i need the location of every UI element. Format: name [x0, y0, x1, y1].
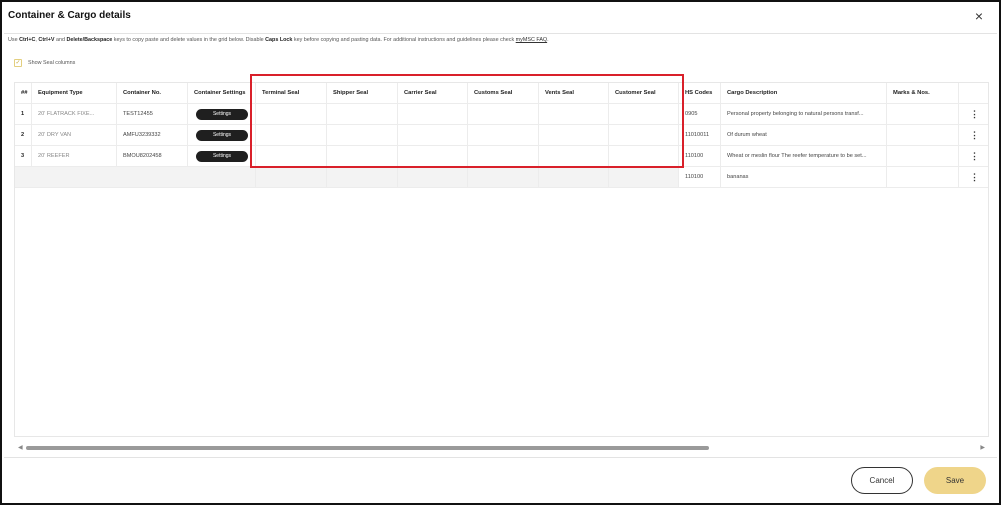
hs-code-cell[interactable]: 110100 — [679, 167, 721, 187]
show-seal-columns-label: Show Seal columns — [28, 60, 76, 66]
vents-seal-cell — [539, 167, 609, 187]
hs-code-cell[interactable]: 11010011 — [679, 125, 721, 145]
cancel-button[interactable]: Cancel — [851, 467, 913, 494]
shipper-seal-cell[interactable] — [327, 125, 398, 145]
terminal-seal-cell[interactable] — [256, 146, 327, 166]
container-no-cell[interactable]: AMFU3239332 — [117, 125, 188, 145]
header-container-settings[interactable]: Container Settings — [188, 83, 256, 103]
customer-seal-cell — [609, 167, 679, 187]
dialog-header: Container & Cargo details × — [8, 8, 993, 32]
container-settings-cell: Settings — [188, 146, 256, 166]
customs-seal-cell[interactable] — [468, 125, 539, 145]
terminal-seal-cell — [256, 167, 327, 187]
row-menu-icon[interactable]: ⋮ — [959, 146, 988, 166]
header-terminal-seal[interactable]: Terminal Seal — [256, 83, 327, 103]
marks-nos-cell[interactable] — [887, 104, 959, 124]
footer-divider — [4, 457, 997, 458]
container-settings-cell: Settings — [188, 104, 256, 124]
header-equipment-type[interactable]: Equipment Type — [32, 83, 117, 103]
equipment-type-cell[interactable]: 20' DRY VAN — [32, 125, 117, 145]
equipment-type-cell[interactable]: 20' FLATRACK FIXE... — [32, 104, 117, 124]
row-menu-icon[interactable]: ⋮ — [959, 104, 988, 124]
header-divider — [4, 33, 997, 34]
cargo-description-cell[interactable]: Wheat or meslin flour The reefer tempera… — [721, 146, 887, 166]
header-shipper-seal[interactable]: Shipper Seal — [327, 83, 398, 103]
shipper-seal-cell[interactable] — [327, 104, 398, 124]
header-vents-seal[interactable]: Vents Seal — [539, 83, 609, 103]
row-number: 3 — [15, 146, 32, 166]
marks-nos-cell[interactable] — [887, 167, 959, 187]
cargo-description-cell[interactable]: Personal property belonging to natural p… — [721, 104, 887, 124]
horizontal-scrollbar[interactable]: ◀ ▶ — [14, 444, 989, 452]
customer-seal-cell[interactable] — [609, 125, 679, 145]
container-no-cell[interactable]: TEST12455 — [117, 104, 188, 124]
shipper-seal-cell[interactable] — [327, 146, 398, 166]
dialog-title: Container & Cargo details — [8, 10, 131, 21]
table-row: 3 20' REEFER BMOU8202458 Settings 110100… — [15, 146, 988, 167]
merged-container-cell — [15, 167, 256, 187]
hs-code-cell[interactable]: 110100 — [679, 146, 721, 166]
container-no-cell[interactable]: BMOU8202458 — [117, 146, 188, 166]
terminal-seal-cell[interactable] — [256, 104, 327, 124]
table-row: 110100 bananas ⋮ — [15, 167, 988, 188]
instructions-text: Use Ctrl+C, Ctrl+V and Delete/Backspace … — [8, 37, 549, 43]
header-customs-seal[interactable]: Customs Seal — [468, 83, 539, 103]
header-container-no[interactable]: Container No. — [117, 83, 188, 103]
customs-seal-cell[interactable] — [468, 146, 539, 166]
close-icon[interactable]: × — [975, 8, 983, 24]
carrier-seal-cell[interactable] — [398, 146, 468, 166]
faq-link[interactable]: myMSC FAQ — [516, 37, 547, 43]
cargo-description-cell[interactable]: Of durum wheat — [721, 125, 887, 145]
checkbox-checked-icon[interactable]: ✓ — [14, 59, 22, 67]
container-settings-cell: Settings — [188, 125, 256, 145]
scroll-left-icon[interactable]: ◀ — [18, 444, 23, 451]
cargo-details-dialog: Container & Cargo details × Use Ctrl+C, … — [0, 0, 1001, 505]
carrier-seal-cell — [398, 167, 468, 187]
header-num: ## — [15, 83, 32, 103]
customs-seal-cell — [468, 167, 539, 187]
save-button[interactable]: Save — [924, 467, 986, 494]
header-carrier-seal[interactable]: Carrier Seal — [398, 83, 468, 103]
carrier-seal-cell[interactable] — [398, 125, 468, 145]
header-marks-nos[interactable]: Marks & Nos. — [887, 83, 959, 103]
scrollbar-thumb[interactable] — [26, 446, 709, 450]
scroll-right-icon[interactable]: ▶ — [980, 444, 985, 451]
customer-seal-cell[interactable] — [609, 146, 679, 166]
header-actions — [959, 83, 988, 103]
show-seal-columns-toggle[interactable]: ✓ Show Seal columns — [14, 59, 75, 67]
cargo-description-cell[interactable]: bananas — [721, 167, 887, 187]
settings-button[interactable]: Settings — [196, 150, 248, 162]
marks-nos-cell[interactable] — [887, 125, 959, 145]
shipper-seal-cell — [327, 167, 398, 187]
container-grid: ## Equipment Type Container No. Containe… — [14, 82, 989, 437]
table-row: 2 20' DRY VAN AMFU3239332 Settings 11010… — [15, 125, 988, 146]
vents-seal-cell[interactable] — [539, 104, 609, 124]
table-row: 1 20' FLATRACK FIXE... TEST12455 Setting… — [15, 104, 988, 125]
customer-seal-cell[interactable] — [609, 104, 679, 124]
customs-seal-cell[interactable] — [468, 104, 539, 124]
row-menu-icon[interactable]: ⋮ — [959, 167, 988, 187]
vents-seal-cell[interactable] — [539, 146, 609, 166]
settings-button[interactable]: Settings — [196, 129, 248, 141]
grid-header-row: ## Equipment Type Container No. Containe… — [15, 83, 988, 104]
carrier-seal-cell[interactable] — [398, 104, 468, 124]
header-cargo-description[interactable]: Cargo Description — [721, 83, 887, 103]
settings-button[interactable]: Settings — [196, 108, 248, 120]
equipment-type-cell[interactable]: 20' REEFER — [32, 146, 117, 166]
marks-nos-cell[interactable] — [887, 146, 959, 166]
header-customer-seal[interactable]: Customer Seal — [609, 83, 679, 103]
terminal-seal-cell[interactable] — [256, 125, 327, 145]
row-menu-icon[interactable]: ⋮ — [959, 125, 988, 145]
vents-seal-cell[interactable] — [539, 125, 609, 145]
row-number: 1 — [15, 104, 32, 124]
header-hs-codes[interactable]: HS Codes — [679, 83, 721, 103]
hs-code-cell[interactable]: 0905 — [679, 104, 721, 124]
row-number: 2 — [15, 125, 32, 145]
